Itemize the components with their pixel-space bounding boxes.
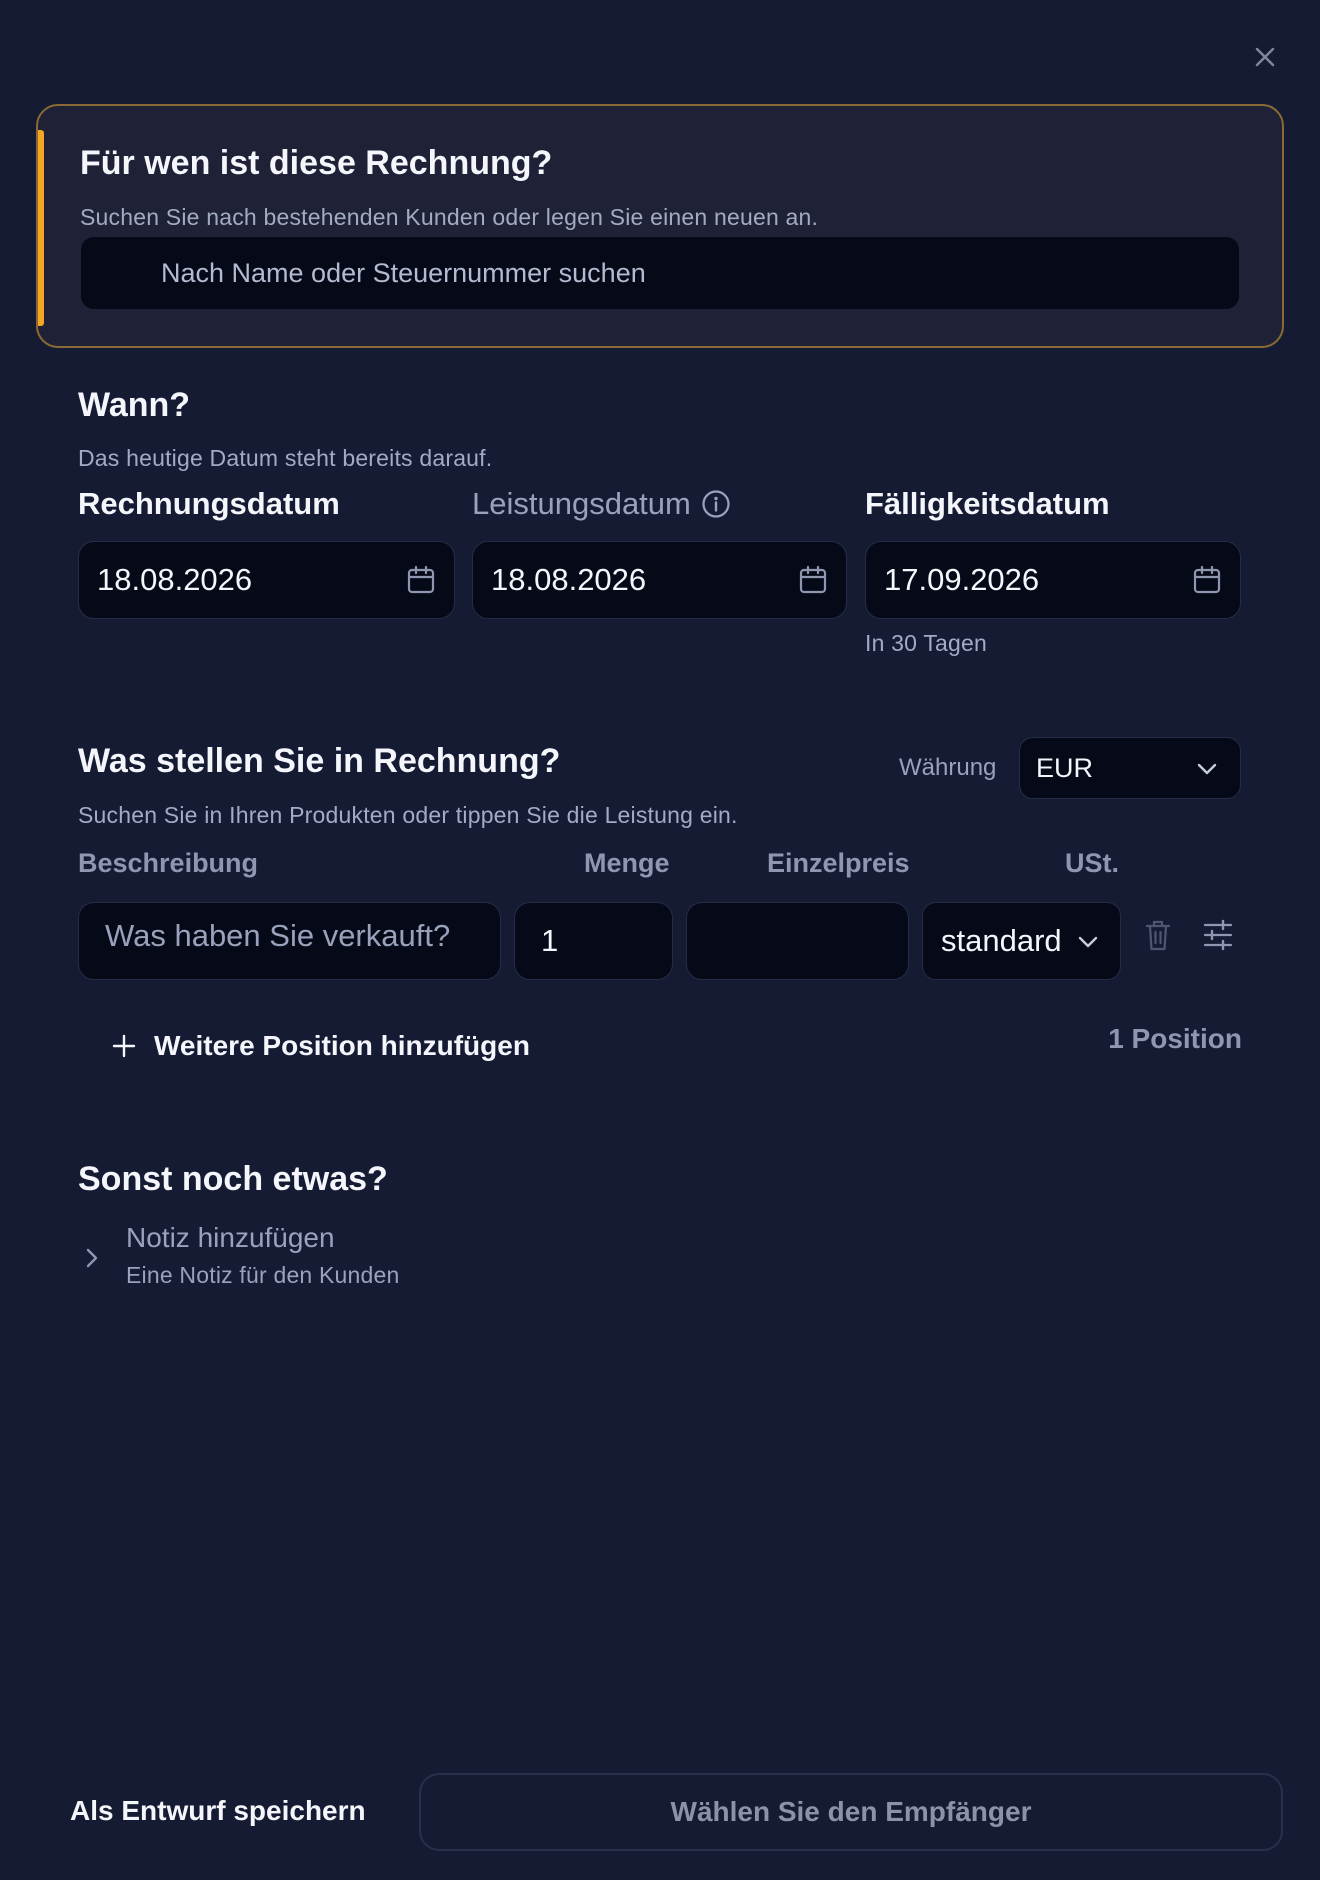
calendar-icon: [407, 565, 435, 594]
service-date-label-group: Leistungsdatum: [472, 486, 731, 522]
plus-icon: [112, 1034, 136, 1058]
choose-recipient-button[interactable]: Wählen Sie den Empfänger: [419, 1773, 1283, 1851]
chevron-right-icon: [86, 1248, 98, 1268]
service-date-field[interactable]: 18.08.2026: [472, 541, 847, 619]
currency-label: Währung: [899, 754, 997, 781]
add-note-label: Notiz hinzufügen: [126, 1222, 335, 1253]
item-vat-select[interactable]: standard: [922, 902, 1121, 980]
invoice-dialog: Für wen ist diese Rechnung? Suchen Sie n…: [0, 0, 1320, 1880]
recipient-subtitle: Suchen Sie nach bestehenden Kunden oder …: [80, 204, 819, 230]
item-description-input[interactable]: Was haben Sie verkauft?: [78, 902, 501, 980]
chevron-down-icon: [1197, 763, 1217, 775]
column-header-vat: USt.: [1065, 848, 1119, 878]
item-unit-price-input[interactable]: [686, 902, 909, 980]
item-settings-button[interactable]: [1201, 918, 1235, 952]
service-date-label: Leistungsdatum: [472, 486, 691, 521]
invoice-date-value: 18.08.2026: [97, 562, 253, 597]
description-placeholder: Was haben Sie verkauft?: [105, 918, 451, 953]
due-date-field[interactable]: 17.09.2026: [865, 541, 1241, 619]
invoice-date-field[interactable]: 18.08.2026: [78, 541, 455, 619]
trash-icon: [1145, 920, 1171, 951]
when-subtitle: Das heutige Datum steht bereits darauf.: [78, 445, 493, 471]
item-count-label: 1 Position: [1108, 1023, 1242, 1054]
add-line-item-label: Weitere Position hinzufügen: [154, 1030, 530, 1061]
calendar-icon: [799, 565, 827, 594]
calendar-icon: [1193, 565, 1221, 594]
due-date-value: 17.09.2026: [884, 562, 1040, 597]
add-note-description: Eine Notiz für den Kunden: [126, 1262, 400, 1288]
search-placeholder: Nach Name oder Steuernummer suchen: [161, 257, 646, 288]
recipient-title: Für wen ist diese Rechnung?: [80, 144, 553, 182]
service-date-value: 18.08.2026: [491, 562, 647, 597]
chevron-down-icon: [1078, 936, 1098, 948]
currency-value: EUR: [1036, 752, 1094, 783]
column-header-quantity: Menge: [584, 848, 670, 878]
other-title: Sonst noch etwas?: [78, 1160, 388, 1198]
currency-select[interactable]: EUR: [1019, 737, 1241, 799]
delete-item-button[interactable]: [1142, 918, 1174, 954]
item-quantity-input[interactable]: 1: [514, 902, 673, 980]
invoice-date-label: Rechnungsdatum: [78, 486, 340, 521]
quantity-value: 1: [541, 923, 559, 958]
add-note-toggle[interactable]: Notiz hinzufügen Eine Notiz für den Kund…: [80, 1222, 400, 1289]
column-header-unit-price: Einzelpreis: [767, 848, 910, 878]
sliders-icon: [1203, 919, 1233, 951]
items-subtitle: Suchen Sie in Ihren Produkten oder tippe…: [78, 802, 738, 828]
close-button[interactable]: [1250, 42, 1280, 72]
column-header-description: Beschreibung: [78, 848, 259, 878]
customer-search-input[interactable]: Nach Name oder Steuernummer suchen: [80, 236, 1240, 310]
close-icon: [1255, 47, 1275, 67]
add-line-item-button[interactable]: Weitere Position hinzufügen: [112, 1030, 530, 1062]
save-draft-button[interactable]: Als Entwurf speichern: [70, 1795, 366, 1827]
when-title: Wann?: [78, 386, 191, 424]
due-date-label: Fälligkeitsdatum: [865, 486, 1110, 521]
items-title: Was stellen Sie in Rechnung?: [78, 742, 561, 780]
vat-value: standard: [941, 923, 1062, 958]
info-icon[interactable]: [701, 489, 731, 519]
due-date-hint: In 30 Tagen: [865, 630, 987, 656]
choose-recipient-label: Wählen Sie den Empfänger: [670, 1796, 1032, 1827]
section-accent-bar: [38, 130, 44, 326]
recipient-section: Für wen ist diese Rechnung? Suchen Sie n…: [36, 104, 1284, 348]
